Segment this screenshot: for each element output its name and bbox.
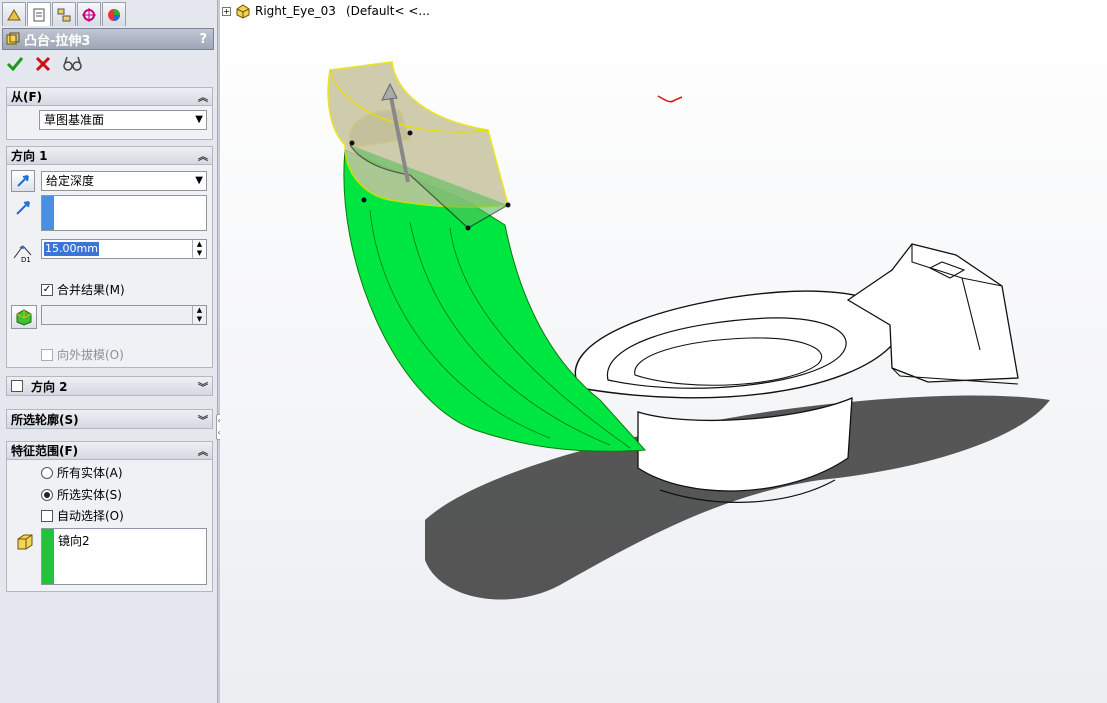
depth-spinner[interactable]: ▲ ▼ <box>192 240 206 258</box>
reverse-direction-icon <box>17 175 29 187</box>
direction2-header[interactable]: 方向 2 ︾ <box>7 377 212 395</box>
draft-angle-input[interactable]: ▲ ▼ <box>41 305 207 325</box>
from-select-value: 草图基准面 <box>44 113 105 127</box>
property-manager-icon <box>33 8 45 21</box>
selection-color-bar <box>42 196 54 230</box>
draft-angle-spinner[interactable]: ▲ ▼ <box>192 306 206 324</box>
chevron-down-icon: ▼ <box>195 175 203 186</box>
solid-body-icon <box>17 534 33 550</box>
selected-contours-header[interactable]: 所选轮廓(S) ︾ <box>7 410 212 428</box>
depth-value: 15.00mm <box>44 242 99 256</box>
help-button[interactable]: ? <box>199 32 207 47</box>
draft-outward-label: 向外拔模(O) <box>57 348 124 362</box>
direction1-section: 方向 1 ︽ 给定深度 ▼ D1 15.00mm ▲ ▼ ✓ 合并结果(M) ▲ ▼ <box>6 146 213 368</box>
selected-contours-title: 所选轮廓(S) <box>11 412 79 427</box>
feature-scope-title: 特征范围(F) <box>11 444 79 458</box>
extrude-feature-icon <box>6 32 20 45</box>
feature-scope-section: 特征范围(F) ︽ 所有实体(A) 所选实体(S) 自动选择(O) 镜向2 <box>6 441 213 592</box>
all-bodies-label: 所有实体(A) <box>57 466 123 480</box>
from-section-header[interactable]: 从(F) ︽ <box>7 88 212 106</box>
draft-outward-checkbox: 向外拔模(O) <box>41 346 124 363</box>
selected-contours-section: 所选轮廓(S) ︾ <box>6 409 213 429</box>
depth-input[interactable]: 15.00mm ▲ ▼ <box>41 239 207 259</box>
feature-manager-icon <box>7 8 21 20</box>
selected-bodies-label: 所选实体(S) <box>57 488 122 502</box>
dimxpert-tab[interactable] <box>77 2 101 26</box>
panel-tabs <box>2 2 126 26</box>
draft-icon <box>16 309 32 326</box>
feature-scope-header[interactable]: 特征范围(F) ︽ <box>7 442 212 460</box>
merge-result-checkbox[interactable]: ✓ 合并结果(M) <box>41 281 125 298</box>
direction2-title: 方向 2 <box>31 379 68 394</box>
merge-result-box[interactable]: ✓ <box>41 283 53 296</box>
chevron-down-icon[interactable]: ︾ <box>198 379 208 394</box>
direction1-title: 方向 1 <box>11 149 48 163</box>
auto-select-checkbox[interactable]: 自动选择(O) <box>41 507 124 524</box>
action-buttons <box>6 55 82 73</box>
selected-bodies-radio[interactable]: 所选实体(S) <box>41 486 122 503</box>
model-mount <box>846 243 1019 383</box>
chevron-up-icon[interactable]: ︽ <box>198 148 208 163</box>
model-bowl <box>574 290 901 399</box>
from-section-title: 从(F) <box>11 90 43 104</box>
body-list-item[interactable]: 镜向2 <box>58 532 90 549</box>
property-manager-panel: 凸台-拉伸3 ? 从(F) ︽ 草图基准面 ▼ 方向 1 ︽ 给定深度 ▼ D1… <box>0 0 218 703</box>
selected-bodies-radio-dot[interactable] <box>41 488 53 501</box>
feature-title-bar: 凸台-拉伸3 ? <box>2 28 214 50</box>
chevron-down-icon[interactable]: ︾ <box>198 412 208 427</box>
all-bodies-radio[interactable]: 所有实体(A) <box>41 464 123 481</box>
svg-text:D1: D1 <box>21 256 31 263</box>
model-view <box>327 61 1050 600</box>
selection-color-bar <box>42 529 54 584</box>
draft-outward-box <box>41 348 53 361</box>
direction2-section: 方向 2 ︾ <box>6 376 213 396</box>
feature-manager-tab[interactable] <box>2 2 26 26</box>
bodies-list[interactable]: 镜向2 <box>41 528 207 585</box>
direction2-checkbox[interactable] <box>11 380 23 392</box>
chevron-up-icon[interactable]: ︽ <box>198 89 208 104</box>
display-manager-icon <box>108 8 120 21</box>
ok-check-icon[interactable] <box>6 55 24 73</box>
feature-title: 凸台-拉伸3 <box>24 33 91 49</box>
origin-triad-icon <box>657 95 683 103</box>
end-condition-select[interactable]: 给定深度 ▼ <box>41 171 207 191</box>
preview-glasses-icon[interactable] <box>62 55 82 73</box>
direction1-header[interactable]: 方向 1 ︽ <box>7 147 212 165</box>
chevron-down-icon: ▼ <box>195 114 203 125</box>
direction-vector-icon <box>16 201 30 215</box>
reverse-direction-button[interactable] <box>11 170 35 192</box>
from-select[interactable]: 草图基准面 ▼ <box>39 110 207 130</box>
direction-vector-list[interactable] <box>41 195 207 231</box>
dimxpert-icon <box>82 7 96 22</box>
display-manager-tab[interactable] <box>102 2 126 26</box>
merge-result-label: 合并结果(M) <box>57 283 125 297</box>
from-section: 从(F) ︽ 草图基准面 ▼ <box>6 87 213 140</box>
graphics-viewport[interactable]: + Right_Eye_03 (Default< <... <box>220 0 1107 703</box>
all-bodies-radio-dot[interactable] <box>41 466 53 479</box>
auto-select-box[interactable] <box>41 509 53 522</box>
cancel-x-icon[interactable] <box>34 55 52 73</box>
configuration-manager-icon <box>57 8 71 21</box>
chevron-up-icon[interactable]: ︽ <box>198 443 208 458</box>
depth-dimension-icon: D1 <box>13 245 32 263</box>
auto-select-label: 自动选择(O) <box>57 509 124 523</box>
end-condition-value: 给定深度 <box>46 174 95 188</box>
property-manager-tab[interactable] <box>27 2 51 26</box>
configuration-manager-tab[interactable] <box>52 2 76 26</box>
draft-toggle-button[interactable] <box>11 305 37 329</box>
